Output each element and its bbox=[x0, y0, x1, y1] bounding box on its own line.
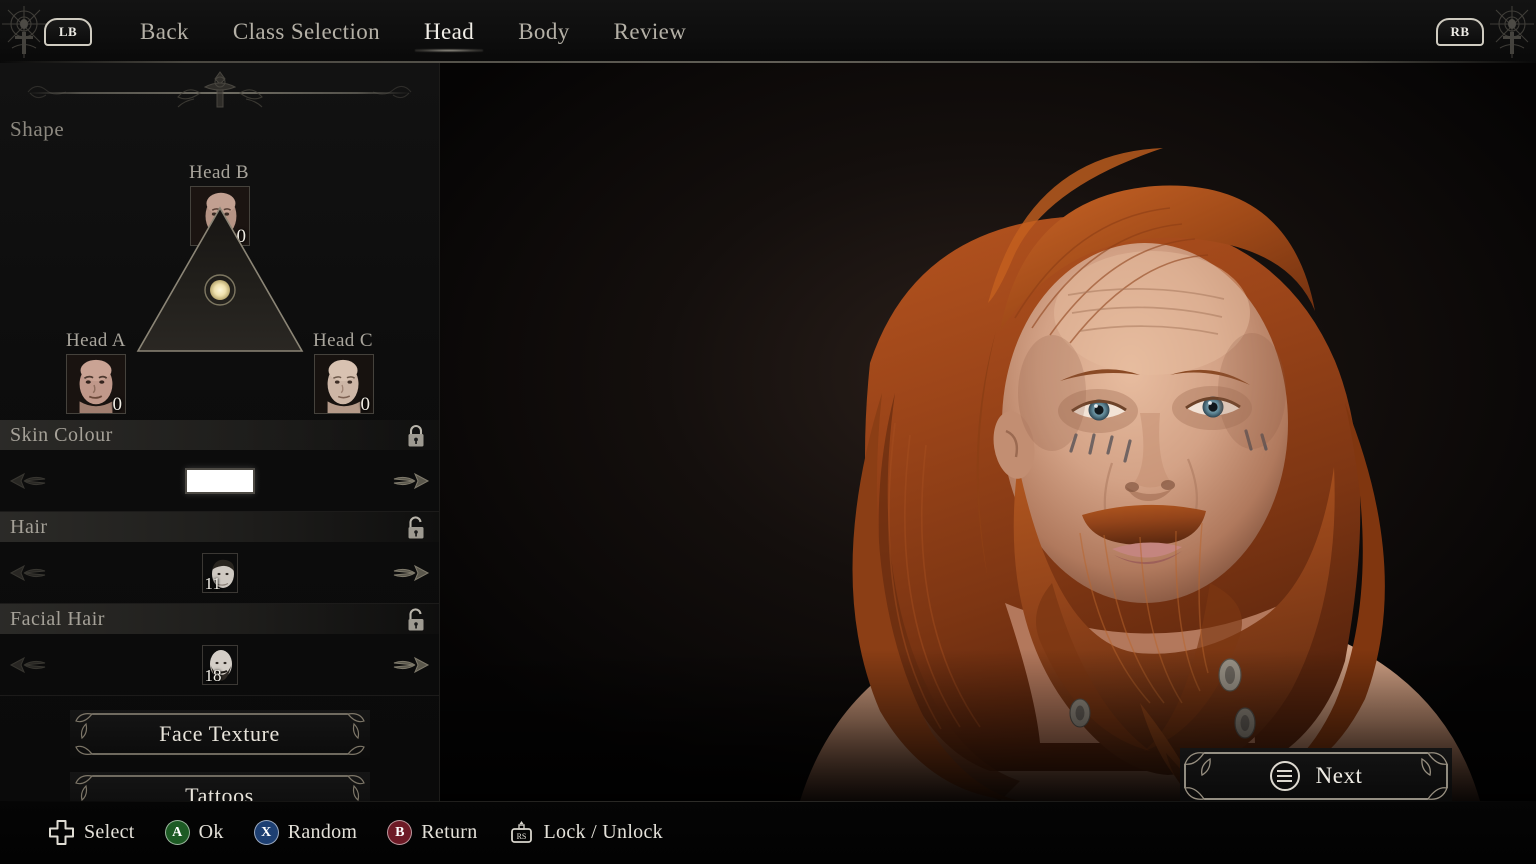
bumper-rb-button[interactable]: RB bbox=[1436, 18, 1484, 46]
head-a-thumbnail[interactable]: 0 bbox=[66, 354, 126, 414]
hair-value: 11 bbox=[204, 573, 221, 593]
row-body-hair: 11 bbox=[0, 542, 439, 604]
button-a-icon: A bbox=[164, 820, 190, 845]
facial-hair-next-arrow-icon[interactable] bbox=[391, 652, 431, 678]
panel-divider-ornament bbox=[0, 71, 439, 109]
facial-hair-option-thumbnail[interactable]: 18 bbox=[201, 644, 238, 685]
hint-return[interactable]: B Return bbox=[387, 820, 477, 845]
button-a-glyph: A bbox=[172, 824, 183, 840]
button-b-glyph: B bbox=[395, 824, 405, 840]
padlock-closed-icon[interactable] bbox=[405, 424, 427, 448]
row-label-hair: Hair bbox=[10, 515, 48, 538]
divider-crest-icon bbox=[176, 71, 263, 108]
bumper-lb-button[interactable]: LB bbox=[44, 17, 92, 46]
hint-random[interactable]: X Random bbox=[253, 820, 358, 845]
hair-next-arrow-icon[interactable] bbox=[391, 560, 431, 586]
face-texture-button-label: Face Texture bbox=[159, 721, 280, 746]
skin-colour-swatch[interactable] bbox=[184, 467, 255, 494]
row-header-facial-hair: Facial Hair bbox=[0, 604, 439, 634]
hint-random-label: Random bbox=[287, 821, 358, 843]
tab-class-selection-label: Class Selection bbox=[232, 18, 381, 44]
head-c-label: Head C bbox=[313, 330, 373, 351]
head-options-panel: Shape Head B 0 Head A 0 Head C 0 Skin Co… bbox=[0, 63, 440, 801]
section-title-shape: Shape bbox=[10, 117, 65, 141]
tab-head-label: Head bbox=[424, 18, 475, 44]
button-b-icon: B bbox=[387, 820, 413, 845]
ornament-emblem-right-icon bbox=[1490, 6, 1534, 58]
row-body-skin-colour bbox=[0, 450, 439, 512]
head-c-value: 0 bbox=[360, 394, 371, 414]
right-stick-icon: RS bbox=[510, 821, 532, 843]
head-b-label: Head B bbox=[189, 162, 249, 183]
row-header-hair: Hair bbox=[0, 512, 439, 542]
head-a-label: Head A bbox=[66, 330, 126, 351]
blend-triangle[interactable] bbox=[132, 202, 308, 357]
head-c-thumbnail[interactable]: 0 bbox=[314, 354, 374, 414]
padlock-open-icon[interactable] bbox=[405, 516, 427, 540]
character-model-render bbox=[440, 63, 1536, 801]
tattoos-button[interactable]: Tattoos bbox=[69, 772, 370, 801]
tab-class-selection[interactable]: Class Selection bbox=[211, 15, 402, 49]
tab-back[interactable]: Back bbox=[118, 15, 211, 49]
face-texture-button[interactable]: Face Texture bbox=[69, 710, 370, 758]
button-x-icon: X bbox=[253, 820, 279, 845]
bumper-lb-label: LB bbox=[58, 23, 78, 39]
hint-ok[interactable]: A Ok bbox=[164, 820, 224, 845]
hint-ok-label: Ok bbox=[198, 821, 224, 843]
tab-head[interactable]: Head bbox=[402, 15, 496, 49]
next-button-label: Next bbox=[1315, 763, 1363, 788]
hint-lock-unlock[interactable]: RS Lock / Unlock bbox=[508, 819, 663, 846]
hair-prev-arrow-icon[interactable] bbox=[8, 560, 48, 586]
dpad-icon bbox=[49, 820, 74, 845]
bumper-rb-label: RB bbox=[1450, 24, 1470, 39]
facial-hair-prev-arrow-icon[interactable] bbox=[8, 652, 48, 678]
hint-return-label: Return bbox=[421, 821, 478, 843]
button-x-glyph: X bbox=[261, 824, 272, 840]
svg-text:RS: RS bbox=[516, 832, 526, 841]
hair-option-thumbnail[interactable]: 11 bbox=[201, 552, 238, 593]
tattoos-button-label: Tattoos bbox=[185, 783, 254, 801]
facial-hair-value: 18 bbox=[204, 665, 222, 685]
row-body-facial-hair: 18 bbox=[0, 634, 439, 696]
tab-review[interactable]: Review bbox=[592, 15, 709, 49]
hint-lock-unlock-label: Lock / Unlock bbox=[543, 821, 663, 843]
menu-circle-icon bbox=[1269, 761, 1300, 791]
character-preview-viewport[interactable]: Next bbox=[440, 63, 1536, 801]
tab-back-label: Back bbox=[140, 18, 189, 44]
controller-hint-bar: Select A Ok X Random B Return RS Lock / … bbox=[0, 801, 1536, 864]
top-navigation-bar: LB Back Class Selection Head Body Review… bbox=[0, 0, 1536, 63]
nav-tab-list: Back Class Selection Head Body Review bbox=[118, 15, 708, 49]
row-header-skin-colour: Skin Colour bbox=[0, 420, 439, 450]
row-label-facial-hair: Facial Hair bbox=[10, 607, 105, 630]
skin-colour-next-arrow-icon[interactable] bbox=[391, 468, 431, 494]
hint-select[interactable]: Select bbox=[48, 819, 135, 846]
divider-flourish-right-icon bbox=[372, 85, 412, 99]
row-label-skin-colour: Skin Colour bbox=[10, 423, 113, 446]
shape-blend-selector[interactable]: Head B 0 Head A 0 Head C 0 bbox=[0, 142, 439, 420]
tab-body[interactable]: Body bbox=[496, 15, 591, 49]
character-creator-screen: LB Back Class Selection Head Body Review… bbox=[0, 0, 1536, 864]
head-a-value: 0 bbox=[112, 394, 123, 414]
padlock-open-icon[interactable] bbox=[405, 608, 427, 632]
tab-body-label: Body bbox=[518, 18, 570, 44]
skin-colour-prev-arrow-icon[interactable] bbox=[8, 468, 48, 494]
divider-flourish-left-icon bbox=[27, 85, 67, 99]
hint-select-label: Select bbox=[84, 821, 135, 843]
next-button[interactable]: Next bbox=[1180, 748, 1452, 801]
tab-review-label: Review bbox=[613, 18, 687, 44]
